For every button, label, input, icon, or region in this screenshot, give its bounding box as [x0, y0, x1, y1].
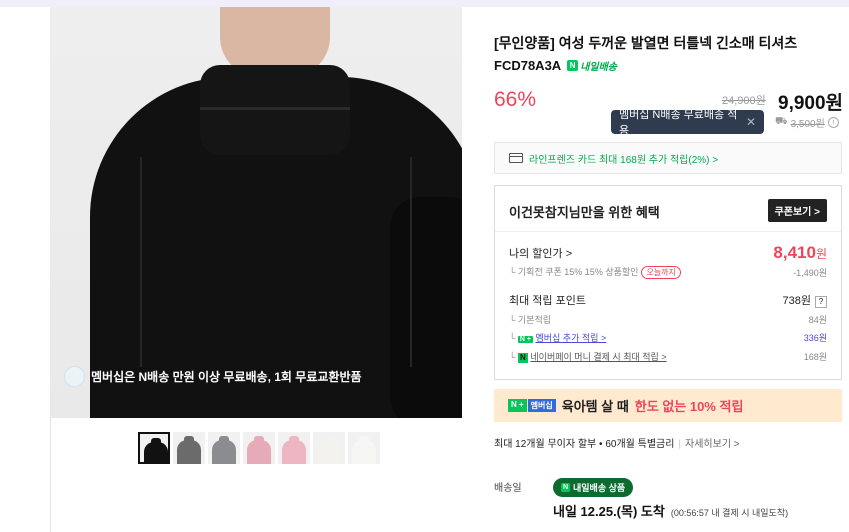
membership-point-row[interactable]: └ N + 멤버십 추가 적립 > 336원: [509, 331, 827, 344]
sale-price: 9,900원: [778, 93, 844, 114]
coupon-amount: -1,490원: [793, 267, 827, 278]
thumbnail[interactable]: [243, 432, 275, 464]
npay-point-link[interactable]: 네이버페이 머니 결제 시 최대 적립 >: [530, 352, 666, 362]
thumbnail-collar: [219, 436, 229, 446]
product-code: FCD78A3A: [494, 58, 562, 73]
installment-more-link[interactable]: 자세히보기 >: [685, 439, 740, 450]
delivery-note: (00:56:57 내 결제 시 내일도착): [670, 508, 789, 518]
benefit-heading: 이건못참지님만을 위한 혜택: [509, 205, 660, 220]
thumbnail[interactable]: [278, 432, 310, 464]
promo-text: 육아템 살 때: [561, 399, 629, 414]
membership-banner: 멤버십은 N배송 만원 이상 무료배송, 1회 무료교환반품: [64, 366, 362, 387]
thumbnail[interactable]: [138, 432, 170, 464]
thumbnail-list: [138, 432, 380, 464]
delivery-label: 배송일: [494, 483, 522, 494]
coupon-row: └ 기획전 쿠폰 15% 15% 상품할인 오늘까지 -1,490원: [509, 265, 827, 279]
card-offer-text: 라인프렌즈 카드 최대 168원 추가 적립(2%) >: [529, 154, 719, 166]
turtleneck-collar: [200, 65, 350, 155]
thumbnail-collar: [359, 436, 369, 446]
delivery-date-row: 내일 12.25.(목) 도착 (00:56:57 내 결제 시 내일도착): [553, 501, 788, 520]
thumbnail[interactable]: [208, 432, 240, 464]
installment-text: 최대 12개월 무이자 할부 • 60개월 특별금리: [494, 439, 675, 450]
card-offer[interactable]: 라인프렌즈 카드 최대 168원 추가 적립(2%) >: [494, 142, 842, 174]
free-shipping-tooltip: 멤버십 N배송 무료배송 적용 ✕: [611, 109, 764, 137]
coupon-line: └ 기획전 쿠폰 15% 15% 상품할인 오늘까지: [509, 265, 681, 279]
n-delivery-icon: N: [567, 60, 579, 71]
tomorrow-delivery-label: 내일배송: [580, 62, 617, 73]
product-code-row: FCD78A3A N 내일배송: [494, 58, 617, 73]
thumbnail-collar: [151, 438, 161, 448]
basic-point-row: └ 기본적립 84원: [509, 313, 827, 326]
credit-card-icon: [509, 153, 523, 163]
npay-icon: N: [517, 353, 528, 363]
my-price-row[interactable]: 나의 할인가 > 8,410원: [509, 243, 827, 263]
collar-fold: [200, 107, 350, 110]
benefit-box: 이건못참지님만을 위한 혜택 쿠폰보기 > 나의 할인가 > 8,410원 └ …: [494, 185, 842, 380]
installment-info: 최대 12개월 무이자 할부 • 60개월 특별금리 | 자세히보기 >: [494, 439, 740, 450]
tomorrow-delivery-badge: N 내일배송: [567, 58, 617, 73]
thumbnail[interactable]: [173, 432, 205, 464]
delivery-date: 내일 12.25.(목) 도착: [553, 504, 665, 519]
n-plus-icon: N +: [517, 336, 533, 343]
promo-banner[interactable]: N + 멤버십 육아템 살 때 한도 없는 10% 적립: [494, 389, 842, 422]
shirt-seam-right: [410, 157, 412, 367]
help-icon[interactable]: ?: [815, 296, 827, 308]
shipping-fee-original: 3,500원: [790, 119, 825, 130]
info-icon[interactable]: i: [827, 117, 839, 128]
shirt-arm: [390, 197, 462, 418]
basic-point-label: └ 기본적립: [509, 315, 552, 325]
thumbnail[interactable]: [348, 432, 380, 464]
membership-badge: N + 멤버십: [508, 399, 556, 412]
thumbnail-collar: [324, 436, 334, 446]
npay-point-value: 168원: [803, 352, 827, 362]
membership-icon: [64, 366, 85, 387]
close-icon[interactable]: ✕: [746, 115, 756, 129]
shipping-fee: ⛟ 3,500원 i: [775, 115, 839, 130]
max-point-label: 최대 적립 포인트: [509, 295, 586, 307]
thumbnail[interactable]: [313, 432, 345, 464]
my-price-value: 8,410원: [773, 243, 827, 262]
divider: [495, 231, 841, 232]
max-point-value: 738원?: [783, 292, 827, 308]
n-plus-badge: N +: [508, 399, 527, 412]
product-title: [무인양품] 여성 두꺼운 발열면 터틀넥 긴소매 티셔츠: [494, 35, 798, 51]
membership-badge-label: 멤버십: [527, 399, 556, 412]
n-delivery-icon: N: [561, 483, 570, 492]
today-only-tag: 오늘까지: [641, 266, 681, 279]
max-point-row: 최대 적립 포인트 738원?: [509, 292, 827, 308]
top-strip: [0, 0, 849, 7]
basic-point-value: 84원: [808, 315, 827, 325]
delivery-badge-label: 내일배송 상품: [573, 483, 626, 493]
membership-banner-text: 멤버십은 N배송 만원 이상 무료배송, 1회 무료교환반품: [91, 370, 362, 384]
tooltip-text: 멤버십 N배송 무료배송 적용: [619, 109, 738, 137]
shirt-seam-left: [140, 157, 142, 367]
truck-icon: ⛟: [775, 116, 788, 127]
npay-point-row[interactable]: └ N 네이버페이 머니 결제 시 최대 적립 > 168원: [509, 350, 827, 363]
membership-point-value: 336원: [803, 333, 827, 343]
tomorrow-delivery-product-badge: N 내일배송 상품: [553, 478, 634, 497]
promo-highlight: 한도 없는 10% 적립: [634, 399, 744, 414]
membership-point-link[interactable]: 멤버십 추가 적립 >: [536, 333, 607, 343]
my-price-label: 나의 할인가 >: [509, 248, 573, 260]
product-main-image[interactable]: [50, 7, 462, 418]
thumbnail-collar: [254, 436, 264, 446]
thumbnail-collar: [184, 436, 194, 446]
thumbnail-collar: [289, 436, 299, 446]
discount-rate: 66%: [494, 88, 537, 111]
coupon-view-button[interactable]: 쿠폰보기 >: [767, 199, 827, 222]
